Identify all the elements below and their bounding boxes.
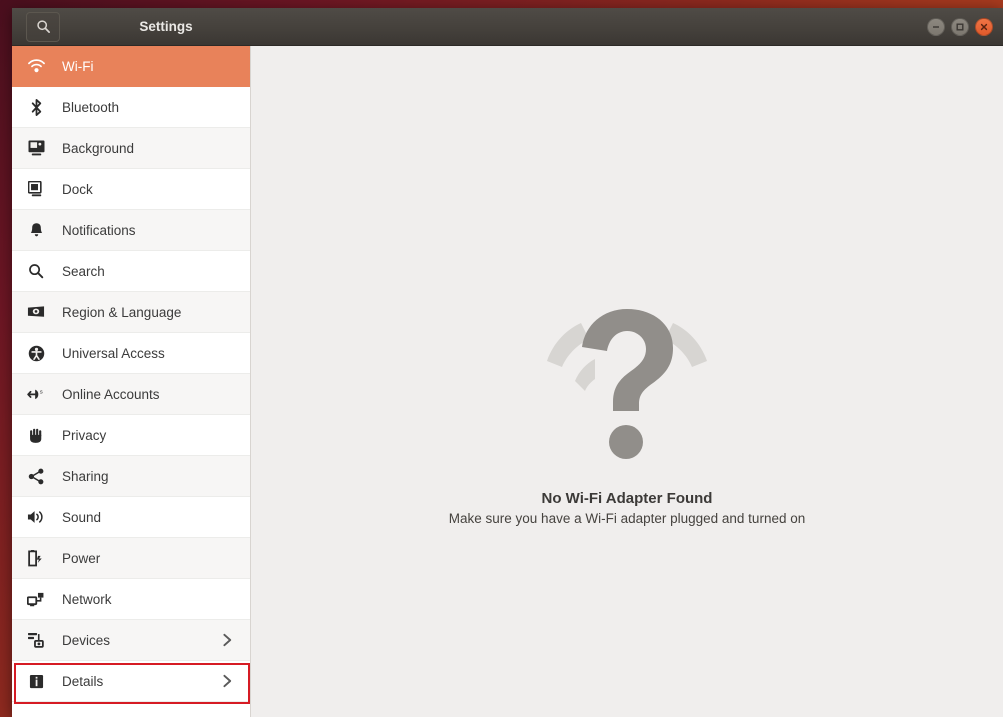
sidebar-item-details[interactable]: Details xyxy=(12,661,250,702)
sidebar-item-label: Devices xyxy=(62,632,111,648)
svg-text:s: s xyxy=(40,389,43,395)
search-button[interactable] xyxy=(26,11,60,42)
sidebar-item-online-accounts[interactable]: s Online Accounts xyxy=(12,374,250,415)
sidebar-item-wifi[interactable]: Wi-Fi xyxy=(12,46,250,87)
sidebar-item-power[interactable]: Power xyxy=(12,538,250,579)
region-language-icon xyxy=(25,303,47,321)
sidebar-item-search[interactable]: Search xyxy=(12,251,250,292)
close-button[interactable] xyxy=(975,18,993,36)
sidebar-item-devices[interactable]: Devices xyxy=(12,620,250,661)
sidebar-item-label: Sound xyxy=(62,509,102,525)
magnifier-icon xyxy=(25,262,47,280)
sidebar-item-label: Privacy xyxy=(62,427,107,443)
sidebar-item-label: Online Accounts xyxy=(62,386,160,402)
power-battery-icon xyxy=(25,549,47,567)
sidebar-item-label: Power xyxy=(62,550,101,566)
dock-icon xyxy=(25,180,47,198)
speaker-icon xyxy=(25,508,47,526)
sidebar-item-label: Bluetooth xyxy=(62,99,120,115)
devices-icon xyxy=(25,631,47,649)
sidebar-item-label: Background xyxy=(62,140,135,156)
sidebar-item-background[interactable]: Background xyxy=(12,128,250,169)
chevron-right-icon xyxy=(222,674,234,688)
wifi-icon xyxy=(25,57,47,75)
empty-state-title: No Wi-Fi Adapter Found xyxy=(541,490,713,507)
settings-window: Settings Wi-Fi Bluetooth Background Dock… xyxy=(12,8,1003,717)
sidebar-item-label: Sharing xyxy=(62,468,109,484)
sidebar-item-region-language[interactable]: Region & Language xyxy=(12,292,250,333)
sidebar-item-label: Details xyxy=(62,673,104,689)
search-icon xyxy=(36,19,51,34)
chevron-right-icon xyxy=(222,633,234,647)
sidebar-item-privacy[interactable]: Privacy xyxy=(12,415,250,456)
sidebar-item-label: Network xyxy=(62,591,112,607)
share-icon xyxy=(25,467,47,485)
sidebar-item-bluetooth[interactable]: Bluetooth xyxy=(12,87,250,128)
network-icon xyxy=(25,590,47,608)
online-accounts-icon: s xyxy=(25,385,47,403)
sidebar-item-label: Dock xyxy=(62,181,93,197)
maximize-button[interactable] xyxy=(951,18,969,36)
bluetooth-icon xyxy=(25,98,47,116)
bell-icon xyxy=(25,221,47,239)
window-body: Wi-Fi Bluetooth Background Dock Notifica… xyxy=(12,46,1003,717)
page-title: Settings xyxy=(139,19,193,34)
accessibility-icon xyxy=(25,344,47,362)
sidebar-item-sound[interactable]: Sound xyxy=(12,497,250,538)
info-icon xyxy=(25,672,47,690)
empty-state-subtitle: Make sure you have a Wi-Fi adapter plugg… xyxy=(448,511,806,526)
title-bar: Settings xyxy=(12,8,1003,46)
window-controls xyxy=(927,8,993,46)
sidebar-item-universal-access[interactable]: Universal Access xyxy=(12,333,250,374)
sidebar-item-label: Universal Access xyxy=(62,345,165,361)
sidebar: Wi-Fi Bluetooth Background Dock Notifica… xyxy=(12,46,251,717)
sidebar-item-label: Region & Language xyxy=(62,304,182,320)
sidebar-item-notifications[interactable]: Notifications xyxy=(12,210,250,251)
content-area: No Wi-Fi Adapter Found Make sure you hav… xyxy=(251,46,1003,717)
hand-icon xyxy=(25,426,47,444)
sidebar-item-network[interactable]: Network xyxy=(12,579,250,620)
sidebar-item-label: Wi-Fi xyxy=(62,58,94,74)
empty-state: No Wi-Fi Adapter Found Make sure you hav… xyxy=(251,301,1003,526)
minimize-button[interactable] xyxy=(927,18,945,36)
question-mark-wifi-icon xyxy=(547,309,707,459)
background-icon xyxy=(25,139,47,157)
sidebar-item-sharing[interactable]: Sharing xyxy=(12,456,250,497)
sidebar-item-label: Notifications xyxy=(62,222,136,238)
sidebar-item-label: Search xyxy=(62,263,105,279)
sidebar-item-dock[interactable]: Dock xyxy=(12,169,250,210)
